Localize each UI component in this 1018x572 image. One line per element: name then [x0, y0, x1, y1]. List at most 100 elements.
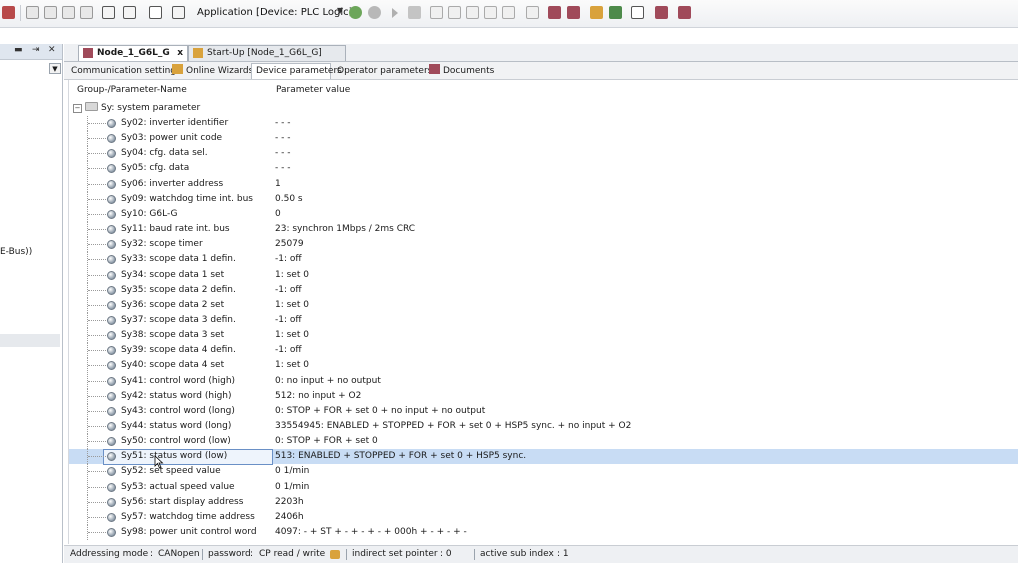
documents-icon[interactable]: [678, 6, 691, 19]
parameter-value[interactable]: 1: set 0: [275, 298, 309, 313]
table-row[interactable]: Sy57: watchdog time address 2406h: [69, 509, 1018, 525]
tab-operator-parameters[interactable]: Operator parameters: [337, 63, 432, 79]
table-row[interactable]: Sy09: watchdog time int. bus 0.50 s: [69, 191, 1018, 207]
paste-icon[interactable]: [123, 6, 136, 19]
close-icon[interactable]: ✕: [48, 45, 56, 55]
column-header-name[interactable]: Group-/Parameter-Name: [77, 85, 187, 95]
table-row[interactable]: Sy42: status word (high) 512: no input + …: [69, 388, 1018, 404]
wizard-icon[interactable]: [590, 6, 603, 19]
parameter-value[interactable]: - - -: [275, 161, 290, 176]
parameter-value[interactable]: 1: set 0: [275, 358, 309, 373]
parameter-value[interactable]: 2406h: [275, 510, 304, 525]
parameter-value[interactable]: 25079: [275, 237, 304, 252]
login-icon[interactable]: [349, 6, 362, 19]
parameter-value[interactable]: 33554945: ENABLED + STOPPED + FOR + set …: [275, 419, 631, 434]
export-data-icon[interactable]: [609, 6, 622, 19]
tab-node-editor[interactable]: Node_1_G6L_G x: [78, 45, 188, 61]
active-application-label[interactable]: Application [Device: PLC Logic]: [197, 7, 353, 18]
table-row[interactable]: Sy03: power unit code - - -: [69, 131, 1018, 147]
table-row[interactable]: Sy06: inverter address 1: [69, 176, 1018, 192]
table-row[interactable]: Sy43: control word (long) 0: STOP + FOR +…: [69, 403, 1018, 419]
parameter-value[interactable]: 0.50 s: [275, 192, 303, 207]
table-row[interactable]: Sy11: baud rate int. bus 23: synchron 1Mb…: [69, 222, 1018, 238]
breakpoint-icon[interactable]: [430, 6, 443, 19]
logout-icon[interactable]: [368, 6, 381, 19]
collapse-icon[interactable]: −: [73, 104, 82, 113]
parameter-value[interactable]: -1: off: [275, 252, 302, 267]
cycle-icon[interactable]: [526, 6, 539, 19]
device-icon[interactable]: [2, 6, 15, 19]
table-row[interactable]: Sy35: scope data 2 defin. -1: off: [69, 282, 1018, 298]
parameter-value[interactable]: - - -: [275, 146, 290, 161]
panel-dropdown[interactable]: ▼: [49, 63, 61, 74]
chevron-down-icon[interactable]: ▼: [337, 6, 343, 15]
network-icon[interactable]: [567, 6, 580, 19]
export-icon[interactable]: [149, 6, 162, 19]
table-row[interactable]: Sy51: status word (low) 513: ENABLED + ST…: [69, 449, 1018, 466]
parameter-value[interactable]: 0: [275, 207, 281, 222]
table-row[interactable]: Sy32: scope timer 25079: [69, 237, 1018, 253]
undo-icon[interactable]: [44, 6, 57, 19]
watch-icon[interactable]: [548, 6, 561, 19]
parameter-value[interactable]: - - -: [275, 131, 290, 146]
print-icon[interactable]: [102, 6, 115, 19]
tab-online-wizards[interactable]: Online Wizards: [172, 63, 253, 79]
scope-icon[interactable]: [631, 6, 644, 19]
table-row[interactable]: Sy41: control word (high) 0: no input + n…: [69, 373, 1018, 389]
tab-communication-settings[interactable]: Communication settings: [71, 63, 181, 79]
step-out-icon[interactable]: [484, 6, 497, 19]
start-icon[interactable]: [392, 8, 400, 18]
parameter-value[interactable]: - - -: [275, 116, 290, 131]
parameter-value[interactable]: 0 1/min: [275, 480, 309, 495]
pin-icon[interactable]: ⇥: [32, 45, 40, 55]
table-row[interactable]: Sy44: status word (long) 33554945: ENABLE…: [69, 419, 1018, 434]
table-row[interactable]: Sy04: cfg. data sel. - - -: [69, 146, 1018, 162]
parameter-value[interactable]: 513: ENABLED + STOPPED + FOR + set 0 + H…: [275, 449, 526, 464]
step-over-icon[interactable]: [448, 6, 461, 19]
tab-startup[interactable]: Start-Up [Node_1_G6L_G]: [188, 45, 346, 61]
keyboard-icon[interactable]: [172, 6, 185, 19]
cut-icon[interactable]: [80, 6, 93, 19]
table-row[interactable]: Sy38: scope data 3 set 1: set 0: [69, 328, 1018, 344]
table-row[interactable]: Sy50: control word (low) 0: STOP + FOR + …: [69, 434, 1018, 450]
reset-icon[interactable]: [502, 6, 515, 19]
table-row[interactable]: Sy10: G6L-G 0: [69, 206, 1018, 222]
table-row[interactable]: Sy56: start display address 2203h: [69, 494, 1018, 510]
key-icon[interactable]: [330, 550, 340, 559]
parameter-value[interactable]: 0: no input + no output: [275, 374, 381, 389]
bookmark-icon[interactable]: [26, 6, 39, 19]
table-row[interactable]: Sy33: scope data 1 defin. -1: off: [69, 252, 1018, 268]
parameter-group[interactable]: − Sy: system parameter: [73, 102, 200, 113]
table-row[interactable]: Sy02: inverter identifier - - -: [69, 116, 1018, 131]
parameter-value[interactable]: 512: no input + O2: [275, 389, 361, 404]
redo-icon[interactable]: [62, 6, 75, 19]
table-row[interactable]: Sy52: set speed value 0 1/min: [69, 464, 1018, 480]
table-row[interactable]: Sy98: power unit control word 4097: - + S…: [69, 525, 1018, 541]
device-tree-item[interactable]: E-Bus)): [0, 247, 32, 257]
parameter-value[interactable]: 2203h: [275, 495, 304, 510]
panel-options-icon[interactable]: ▬: [14, 45, 23, 55]
parameter-value[interactable]: 23: synchron 1Mbps / 2ms CRC: [275, 222, 415, 237]
tab-documents[interactable]: Documents: [429, 63, 494, 79]
table-row[interactable]: Sy36: scope data 2 set 1: set 0: [69, 297, 1018, 313]
table-row[interactable]: Sy34: scope data 1 set 1: set 0: [69, 267, 1018, 283]
stop-icon[interactable]: [408, 6, 421, 19]
parameter-value[interactable]: 1: set 0: [275, 328, 309, 343]
parameter-value[interactable]: 0 1/min: [275, 464, 309, 479]
parameter-value[interactable]: 0: STOP + FOR + set 0 + no input + no ou…: [275, 404, 485, 419]
column-header-value[interactable]: Parameter value: [276, 85, 350, 95]
parameter-value[interactable]: -1: off: [275, 283, 302, 298]
config-icon[interactable]: [655, 6, 668, 19]
table-row[interactable]: Sy40: scope data 4 set 1: set 0: [69, 358, 1018, 374]
parameter-value[interactable]: -1: off: [275, 313, 302, 328]
parameter-value[interactable]: 0: STOP + FOR + set 0: [275, 434, 378, 449]
table-row[interactable]: Sy39: scope data 4 defin. -1: off: [69, 343, 1018, 359]
tab-device-parameters[interactable]: Device parameters: [251, 63, 342, 79]
parameter-value[interactable]: 1: set 0: [275, 268, 309, 283]
step-into-icon[interactable]: [466, 6, 479, 19]
table-row[interactable]: Sy37: scope data 3 defin. -1: off: [69, 312, 1018, 328]
close-icon[interactable]: x: [177, 46, 183, 60]
parameter-value[interactable]: 1: [275, 177, 281, 192]
table-row[interactable]: Sy53: actual speed value 0 1/min: [69, 479, 1018, 495]
parameter-value[interactable]: 4097: - + ST + - + - + - + 000h + - + - …: [275, 525, 467, 540]
